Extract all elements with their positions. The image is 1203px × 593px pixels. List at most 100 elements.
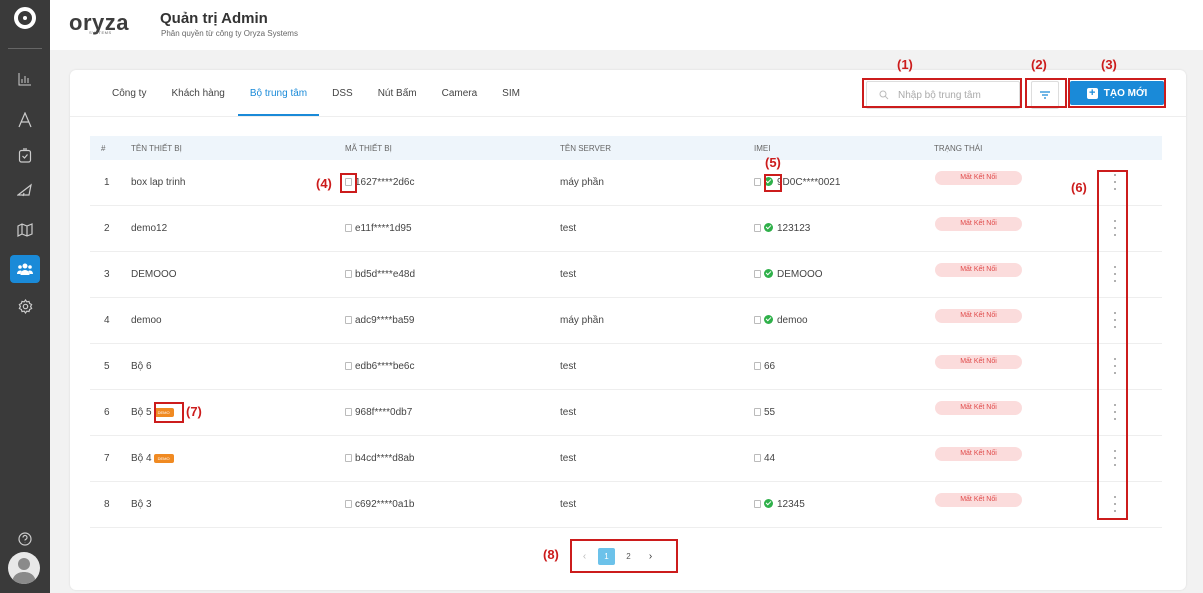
avatar[interactable] <box>8 552 40 584</box>
device-code: adc9****ba59 <box>355 315 415 326</box>
server-name: test <box>560 269 577 280</box>
letter-a-icon[interactable] <box>10 106 40 134</box>
sidebar-divider <box>8 48 42 49</box>
verified-check-icon <box>764 315 773 324</box>
imei-value: 12345 <box>777 499 805 510</box>
copy-icon[interactable] <box>345 362 352 370</box>
table-row[interactable]: 1 box lap trinh 1627****2d6c máy phần 9D… <box>90 160 1162 206</box>
annotation-label-7: (7) <box>186 404 202 419</box>
tab-button[interactable]: Nút Bấm <box>366 88 429 116</box>
verified-check-icon <box>764 269 773 278</box>
server-name: test <box>560 499 577 510</box>
copy-icon[interactable] <box>754 408 761 416</box>
gear-icon[interactable] <box>10 292 40 320</box>
app-logo-icon[interactable] <box>9 5 41 31</box>
device-name: DEMOOO <box>131 269 177 280</box>
bar-chart-icon[interactable] <box>10 65 40 93</box>
copy-icon[interactable] <box>345 408 352 416</box>
device-name: Bộ 5 <box>131 407 152 418</box>
row-index: 6 <box>104 407 110 418</box>
copy-icon[interactable] <box>754 454 761 462</box>
device-name: Bộ 3 <box>131 499 152 510</box>
annotation-box-4 <box>340 173 357 193</box>
copy-icon[interactable] <box>345 224 352 232</box>
status-badge: Mất Kết Nối <box>935 217 1022 231</box>
annotation-label-3: (3) <box>1101 57 1117 72</box>
copy-icon[interactable] <box>754 362 761 370</box>
page-title: Quản trị Admin <box>160 10 268 27</box>
annotation-label-6: (6) <box>1071 180 1087 195</box>
app-header: oryza SYSTEMS Quản trị Admin Phân quyền … <box>50 0 1203 50</box>
imei-value: DEMOOO <box>777 269 823 280</box>
col-device-code: MÃ THIẾT BỊ <box>345 144 392 153</box>
map-icon[interactable] <box>10 216 40 244</box>
tab-camera[interactable]: Camera <box>430 88 490 116</box>
status-badge: Mất Kết Nối <box>935 447 1022 461</box>
device-code: 968f****0db7 <box>355 407 413 418</box>
device-name: demoo <box>131 315 162 326</box>
copy-icon[interactable] <box>345 500 352 508</box>
annotation-box-8 <box>570 539 678 573</box>
col-status: TRẠNG THÁI <box>934 144 983 153</box>
copy-icon[interactable] <box>754 178 761 186</box>
row-index: 2 <box>104 223 110 234</box>
status-badge: Mất Kết Nối <box>935 309 1022 323</box>
status-badge: Mất Kết Nối <box>935 171 1022 185</box>
row-index: 1 <box>104 177 110 188</box>
table-row[interactable]: 6 Bộ 5 DEMO 968f****0db7 test 55 Mất Kết … <box>90 390 1162 436</box>
row-index: 7 <box>104 453 110 464</box>
copy-icon[interactable] <box>345 454 352 462</box>
megaphone-icon[interactable] <box>10 176 40 204</box>
tab-bar: Công ty Khách hàng Bộ trung tâm DSS Nút … <box>100 88 533 116</box>
tab-sim[interactable]: SIM <box>490 88 532 116</box>
imei-value: 123123 <box>777 223 811 234</box>
page-subtitle: Phân quyền từ công ty Oryza Systems <box>161 29 298 38</box>
status-badge: Mất Kết Nối <box>935 263 1022 277</box>
table-row[interactable]: 8 Bộ 3 c692****0a1b test 12345 Mất Kết N… <box>90 482 1162 528</box>
clipboard-check-icon[interactable] <box>10 141 40 169</box>
table-row[interactable]: 3 DEMOOO bd5d****e48d test DEMOOO Mất Kế… <box>90 252 1162 298</box>
annotation-box-6 <box>1097 170 1128 520</box>
table-row[interactable]: 4 demoo adc9****ba59 máy phần demoo Mất … <box>90 298 1162 344</box>
verified-check-icon <box>764 223 773 232</box>
device-code: edb6****be6c <box>355 361 415 372</box>
annotation-box-3 <box>1068 78 1166 108</box>
col-device-name: TÊN THIẾT BỊ <box>131 144 182 153</box>
imei-value: 55 <box>764 407 776 418</box>
users-icon[interactable] <box>10 255 40 283</box>
copy-icon[interactable] <box>345 316 352 324</box>
annotation-label-4: (4) <box>316 176 332 191</box>
copy-icon[interactable] <box>754 316 761 324</box>
imei-value: 9D0C****0021 <box>777 177 841 188</box>
device-code: 1627****2d6c <box>355 177 415 188</box>
row-index: 5 <box>104 361 110 372</box>
tab-company[interactable]: Công ty <box>100 88 158 116</box>
device-name: Bộ 6 <box>131 361 152 372</box>
annotation-box-2 <box>1025 78 1067 108</box>
server-name: test <box>560 361 577 372</box>
annotation-label-8: (8) <box>543 547 559 562</box>
tab-dss[interactable]: DSS <box>320 88 365 116</box>
brand-subtext: SYSTEMS <box>89 30 112 35</box>
table-row[interactable]: 5 Bộ 6 edb6****be6c test 66 Mất Kết Nối <box>90 344 1162 390</box>
copy-icon[interactable] <box>754 270 761 278</box>
device-name: box lap trinh <box>131 177 186 188</box>
tab-customer[interactable]: Khách hàng <box>159 88 236 116</box>
tab-central-unit[interactable]: Bộ trung tâm <box>237 88 320 116</box>
row-index: 4 <box>104 315 110 326</box>
copy-icon[interactable] <box>754 500 761 508</box>
copy-icon[interactable] <box>345 270 352 278</box>
row-index: 3 <box>104 269 110 280</box>
copy-icon[interactable] <box>754 224 761 232</box>
status-badge: Mất Kết Nối <box>935 355 1022 369</box>
annotation-box-7 <box>154 402 184 423</box>
table-row[interactable]: 2 demo12 e11f****1d95 test 123123 Mất Kế… <box>90 206 1162 252</box>
table-row[interactable]: 7 Bộ 4 DEMO b4cd****d8ab test 44 Mất Kết … <box>90 436 1162 482</box>
device-code: e11f****1d95 <box>355 223 412 234</box>
annotation-box-1 <box>862 78 1022 108</box>
col-index: # <box>101 144 106 153</box>
table-header: # TÊN THIẾT BỊ MÃ THIẾT BỊ TÊN SERVER IM… <box>90 136 1162 160</box>
server-name: máy phần <box>560 177 604 188</box>
server-name: test <box>560 407 577 418</box>
help-circle-icon[interactable] <box>10 525 40 553</box>
